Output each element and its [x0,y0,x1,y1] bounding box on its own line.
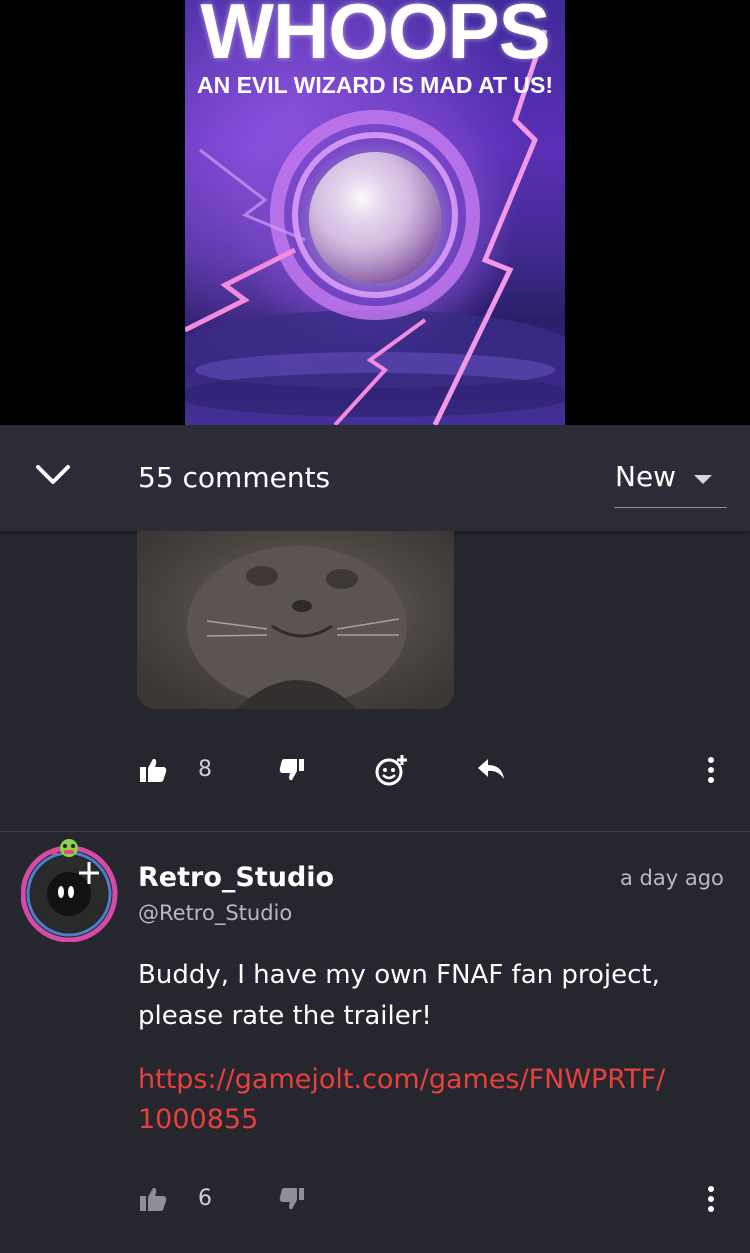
add-reaction-icon[interactable] [374,753,408,787]
chevron-down-icon [36,465,70,484]
comment-handle[interactable]: @Retro_Studio [138,901,292,925]
thumbs-down-icon[interactable] [279,1187,305,1211]
comment-link-line1[interactable]: https://gamejolt.com/games/FNWPRTF/ [138,1064,665,1095]
more-vertical-icon[interactable] [702,1185,720,1213]
thumbs-up-icon[interactable] [139,757,167,783]
avatar[interactable] [20,836,121,943]
reply-icon[interactable] [476,757,506,781]
user-avatar-image [20,839,118,943]
comment-timestamp[interactable]: a day ago [620,866,724,890]
cat-image [187,546,407,709]
like-count: 8 [198,757,212,782]
sort-select[interactable]: New [614,455,727,508]
comments-header: 55 comments New [0,425,750,531]
comment-actions: 6 [0,1174,750,1224]
poster-title: WHOOPS [200,0,550,75]
video-player[interactable]: WHOOPS AN EVIL WIZARD IS MAD AT US! [0,0,750,425]
thumbs-up-icon[interactable] [139,1186,167,1212]
comment-gif[interactable] [137,531,454,709]
more-vertical-icon[interactable] [702,756,720,784]
poster-subtitle: AN EVIL WIZARD IS MAD AT US! [196,72,554,98]
game-poster: WHOOPS AN EVIL WIZARD IS MAD AT US! [185,0,565,425]
comments-count: 55 comments [138,461,331,494]
caret-down-icon [694,475,712,484]
like-count: 6 [198,1186,212,1211]
comment-divider [0,831,750,832]
comment-body: Buddy, I have my own FNAF fan project, p… [138,960,660,1031]
comment-username[interactable]: Retro_Studio [138,862,334,893]
collapse-comments-button[interactable] [30,451,76,497]
comment-link-line2[interactable]: 1000855 [138,1104,258,1135]
thumbs-down-icon[interactable] [279,758,305,782]
sort-value: New [615,460,677,493]
comment-actions: 8 [0,745,750,795]
comment-link[interactable]: https://gamejolt.com/games/FNWPRTF/ 1000… [138,1060,698,1140]
